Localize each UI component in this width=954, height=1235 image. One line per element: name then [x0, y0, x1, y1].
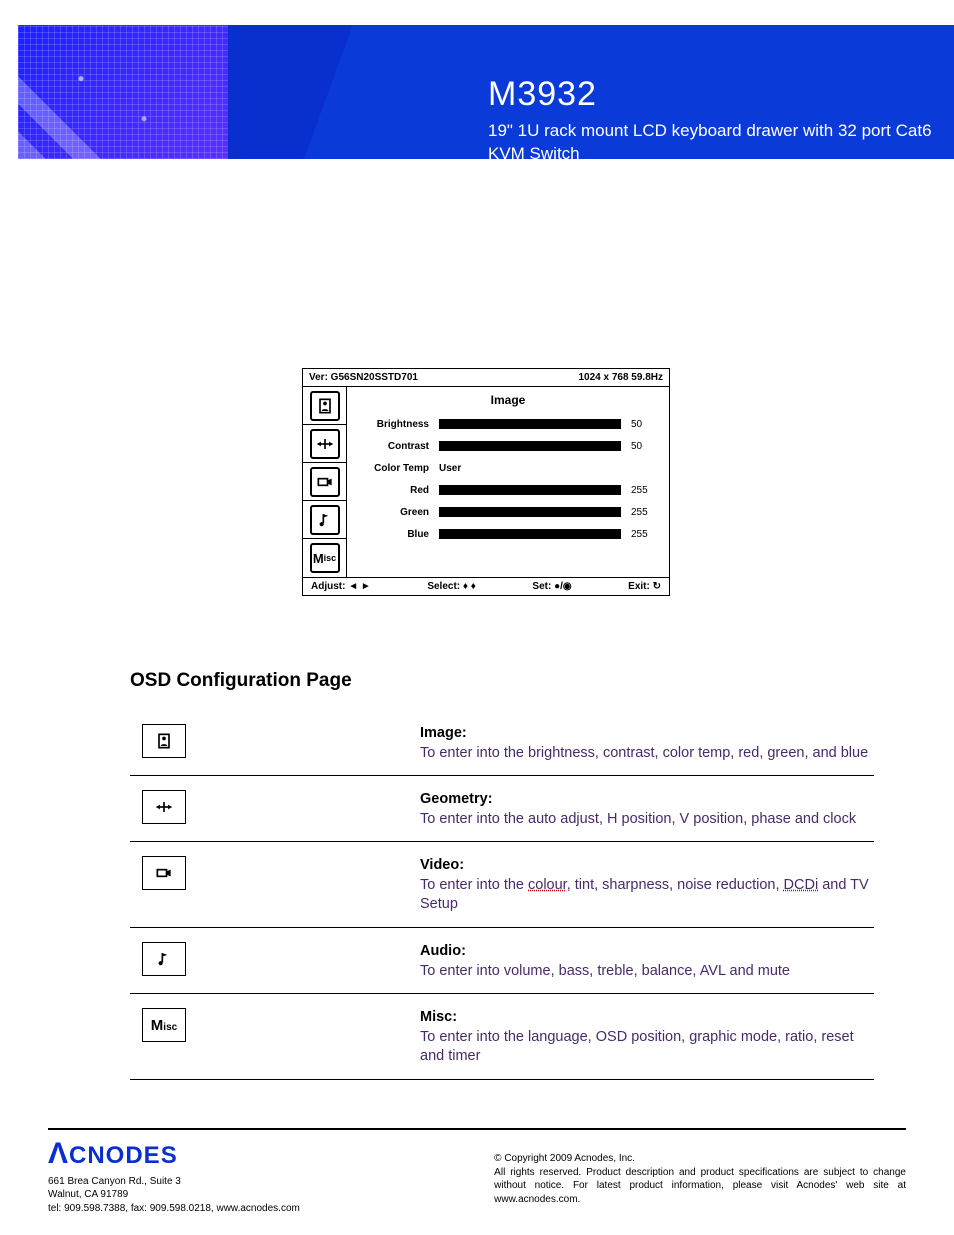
desc-row-video: Video: To enter into the colour, tint, s…: [130, 842, 874, 928]
osd-row-red: Red 255: [355, 479, 661, 501]
osd-version: Ver: G56SN20SSTD701: [309, 372, 418, 383]
misc-icon: Misc: [142, 1008, 186, 1042]
slider-red[interactable]: [439, 485, 621, 495]
slider-blue[interactable]: [439, 529, 621, 539]
arrows-icon: [142, 790, 186, 824]
osd-main: Image Brightness 50 Contrast 50 Color Te…: [347, 387, 669, 577]
osd-row-contrast: Contrast 50: [355, 435, 661, 457]
slider-brightness[interactable]: [439, 419, 621, 429]
osd-description-list: Image: To enter into the brightness, con…: [130, 710, 874, 1080]
desc-body: To enter into the auto adjust, H positio…: [420, 810, 874, 830]
footer-address-2: Walnut, CA 91789: [48, 1188, 300, 1202]
arrows-icon: [310, 429, 340, 459]
osd-footer-bar: Adjust: ◄ ► Select: ♦ ♦ Set: ●/◉ Exit: ↻: [303, 577, 669, 595]
copyright-line: © Copyright 2009 Acnodes, Inc.: [494, 1152, 906, 1166]
misc-icon: Misc: [310, 543, 340, 573]
osd-row-blue: Blue 255: [355, 523, 661, 545]
osd-resolution: 1024 x 768 59.8Hz: [578, 372, 663, 383]
header-banner: M3932 19" 1U rack mount LCD keyboard dra…: [18, 25, 954, 159]
desc-title: Image:: [420, 724, 874, 744]
desc-body: To enter into the colour, tint, sharpnes…: [420, 876, 874, 915]
desc-body: To enter into volume, bass, treble, bala…: [420, 962, 874, 982]
osd-hint-exit: Exit: ↻: [628, 581, 661, 592]
osd-row-green: Green 255: [355, 501, 661, 523]
osd-tab-audio[interactable]: [303, 501, 347, 539]
osd-hint-select: Select: ♦ ♦: [427, 581, 476, 592]
video-icon: [142, 856, 186, 890]
desc-row-misc: Misc Misc: To enter into the language, O…: [130, 994, 874, 1080]
osd-hint-set: Set: ●/◉: [532, 581, 571, 592]
osd-tab-strip: Misc: [303, 387, 347, 577]
footer-left: ΛCNODES 661 Brea Canyon Rd., Suite 3 Wal…: [48, 1134, 300, 1215]
osd-tab-video[interactable]: [303, 463, 347, 501]
desc-row-audio: Audio: To enter into volume, bass, trebl…: [130, 928, 874, 994]
desc-title: Audio:: [420, 942, 874, 962]
desc-body: To enter into the brightness, contrast, …: [420, 744, 874, 764]
person-icon: [142, 724, 186, 758]
footer-address-1: 661 Brea Canyon Rd., Suite 3: [48, 1175, 300, 1189]
header-thumbnail: [18, 25, 228, 159]
osd-header-bar: Ver: G56SN20SSTD701 1024 x 768 59.8Hz: [303, 369, 669, 387]
slider-green[interactable]: [439, 507, 621, 517]
desc-row-geometry: Geometry: To enter into the auto adjust,…: [130, 776, 874, 842]
desc-title: Geometry:: [420, 790, 874, 810]
brand-logo: ΛCNODES: [48, 1134, 300, 1175]
person-icon: [310, 391, 340, 421]
footer-right: © Copyright 2009 Acnodes, Inc. All right…: [494, 1134, 906, 1215]
music-note-icon: [142, 942, 186, 976]
osd-tab-image[interactable]: [303, 387, 347, 425]
osd-page-title: Image: [355, 393, 661, 407]
section-heading: OSD Configuration Page: [130, 670, 352, 692]
slider-contrast[interactable]: [439, 441, 621, 451]
header-text: M3932 19" 1U rack mount LCD keyboard dra…: [488, 75, 954, 159]
osd-hint-adjust: Adjust: ◄ ►: [311, 581, 371, 592]
osd-tab-misc[interactable]: Misc: [303, 539, 347, 577]
desc-title: Video:: [420, 856, 874, 876]
product-model: M3932: [488, 75, 954, 114]
desc-title: Misc:: [420, 1008, 874, 1028]
product-subtitle: 19" 1U rack mount LCD keyboard drawer wi…: [488, 120, 954, 159]
osd-panel: Ver: G56SN20SSTD701 1024 x 768 59.8Hz: [302, 368, 670, 596]
music-note-icon: [310, 505, 340, 535]
osd-tab-geometry[interactable]: [303, 425, 347, 463]
footer-contact: tel: 909.598.7388, fax: 909.598.0218, ww…: [48, 1202, 300, 1216]
osd-row-brightness: Brightness 50: [355, 413, 661, 435]
disclaimer: All rights reserved. Product description…: [494, 1166, 906, 1207]
osd-row-colortemp: Color Temp User: [355, 457, 661, 479]
video-icon: [310, 467, 340, 497]
desc-row-image: Image: To enter into the brightness, con…: [130, 710, 874, 776]
page-footer: ΛCNODES 661 Brea Canyon Rd., Suite 3 Wal…: [48, 1128, 906, 1215]
desc-body: To enter into the language, OSD position…: [420, 1028, 874, 1067]
